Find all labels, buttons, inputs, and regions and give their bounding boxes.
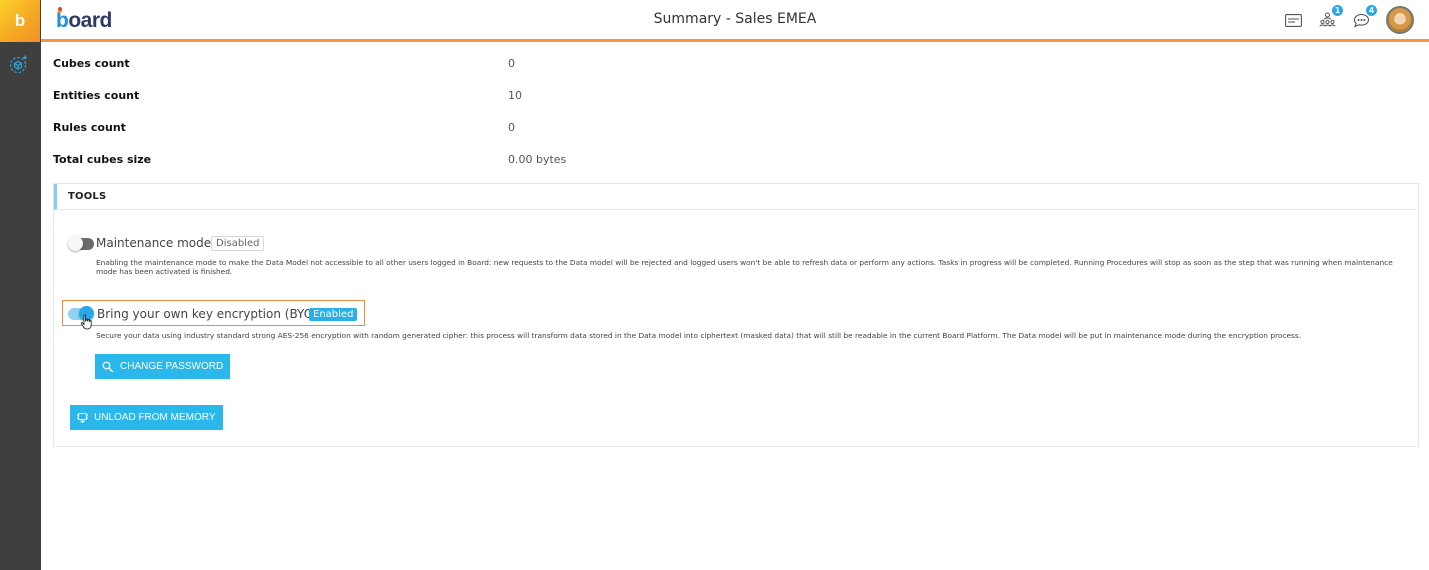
page-title: Summary - Sales EMEA — [653, 11, 817, 27]
tools-panel-header: TOOLS — [54, 184, 1418, 210]
stat-value: 0.00 bytes — [508, 153, 567, 166]
stat-label: Entities count — [53, 89, 140, 102]
board-app-logo[interactable]: b — [0, 0, 40, 42]
notes-icon[interactable] — [1284, 11, 1302, 29]
cube-settings-icon[interactable] — [8, 53, 30, 75]
unload-memory-icon — [77, 412, 88, 423]
tools-panel: TOOLS Maintenance mode Disabled Enabling… — [53, 183, 1419, 447]
board-logo-letter: b — [14, 11, 26, 30]
stat-label: Cubes count — [53, 57, 130, 70]
user-avatar[interactable] — [1386, 6, 1414, 34]
key-search-icon — [102, 361, 114, 372]
maintenance-mode-label: Maintenance mode — [96, 236, 212, 250]
stat-label: Total cubes size — [53, 153, 152, 166]
maintenance-status-badge: Disabled — [211, 236, 265, 251]
users-badge: 1 — [1332, 5, 1343, 16]
users-network-icon[interactable]: 1 — [1318, 5, 1343, 29]
stat-value: 0 — [508, 57, 515, 70]
byok-status-badge: Enabled — [309, 308, 358, 321]
summary-content: Cubes count 0 Entities count 10 Rules co… — [41, 45, 1429, 570]
header-actions: 1 4 — [1284, 5, 1414, 34]
change-password-label: CHANGE PASSWORD — [120, 361, 224, 372]
stat-value: 0 — [508, 121, 515, 134]
change-password-button[interactable]: CHANGE PASSWORD — [95, 354, 231, 379]
unload-from-memory-label: UNLOAD FROM MEMORY — [94, 412, 216, 423]
left-rail: b — [0, 0, 41, 570]
chat-badge: 4 — [1366, 5, 1377, 16]
top-header: board Summary - Sales EMEA 1 4 — [41, 0, 1429, 42]
unload-from-memory-button[interactable]: UNLOAD FROM MEMORY — [70, 405, 223, 430]
chat-icon[interactable]: 4 — [1352, 5, 1377, 29]
byok-description: Secure your data using industry standard… — [96, 331, 1302, 340]
byok-label: Bring your own key encryption (BYOK) — [97, 307, 326, 321]
maintenance-description: Enabling the maintenance mode to make th… — [96, 258, 1393, 276]
maintenance-mode-toggle[interactable] — [68, 236, 94, 251]
app-window: b board Summary - Sales EMEA 1 4 Cubes c… — [0, 0, 1429, 570]
stat-label: Rules count — [53, 121, 126, 134]
stat-value: 10 — [508, 89, 522, 102]
tools-heading: TOOLS — [68, 191, 107, 202]
hand-cursor-icon — [80, 314, 92, 330]
toggle-knob — [68, 236, 83, 251]
